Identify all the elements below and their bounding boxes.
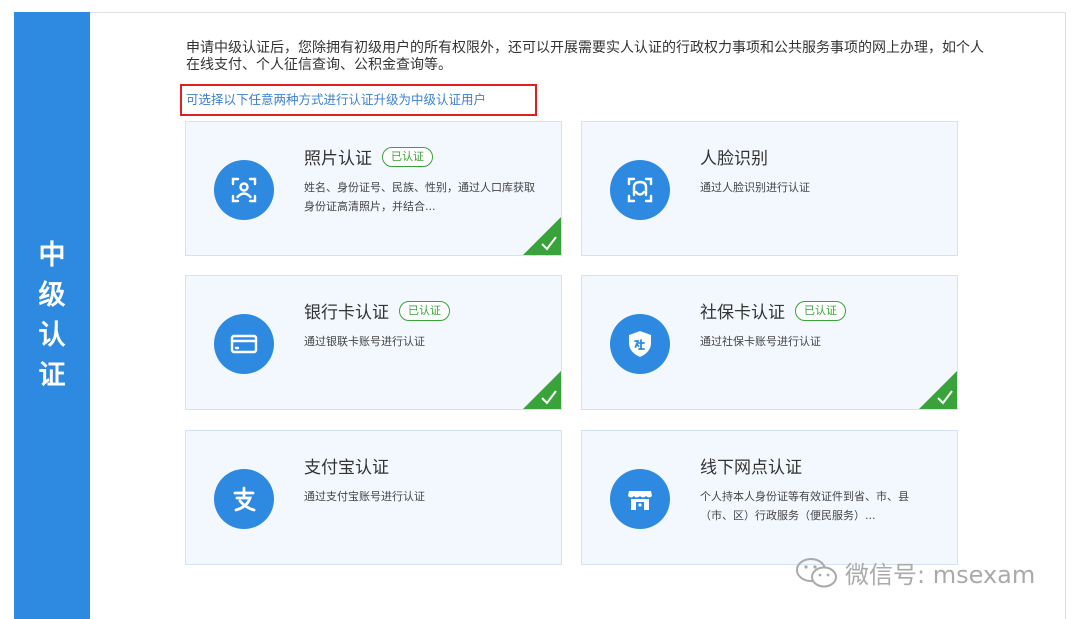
verified-check-icon [919, 371, 957, 409]
card-title: 支付宝认证 [304, 458, 389, 478]
intro-text: 申请中级认证后，您除拥有初级用户的所有权限外，还可以开展需要实人认证的行政权力事… [186, 40, 984, 73]
auth-card-bank[interactable]: 银行卡认证 已认证 通过银联卡账号进行认证 [185, 275, 562, 410]
social-security-shield-icon [610, 314, 670, 374]
auth-card-social-security[interactable]: 社保卡认证 已认证 通过社保卡账号进行认证 [581, 275, 958, 410]
service-outlet-icon [610, 469, 670, 529]
card-description: 通过支付宝账号进行认证 [304, 490, 425, 503]
card-title: 人脸识别 [700, 149, 768, 169]
verified-badge: 已认证 [382, 146, 433, 167]
auth-card-alipay[interactable]: 支付宝认证 通过支付宝账号进行认证 [185, 430, 562, 565]
wechat-watermark: 微信号: msexam [795, 555, 1035, 590]
card-description: 个人持本人身份证等有效证件到省、市、县（市、区）行政服务（便民服务）... [700, 490, 909, 522]
sidebar-title-char: 证 [38, 359, 66, 391]
wechat-icon [796, 557, 837, 587]
card-description: 通过人脸识别进行认证 [700, 181, 810, 194]
id-photo-icon [214, 160, 274, 220]
card-description: 通过社保卡账号进行认证 [700, 335, 821, 348]
hint-text: 可选择以下任意两种方式进行认证升级为中级认证用户 [186, 92, 487, 107]
card-title: 银行卡认证 [304, 303, 389, 323]
card-title: 照片认证 [304, 149, 372, 169]
card-title: 线下网点认证 [700, 458, 802, 478]
verified-badge: 已认证 [399, 300, 450, 321]
verified-check-icon [523, 217, 561, 255]
sidebar-title: 中 级 认 证 [14, 12, 90, 619]
card-description: 通过银联卡账号进行认证 [304, 335, 425, 348]
face-scan-icon [610, 160, 670, 220]
verified-badge: 已认证 [795, 300, 846, 321]
sidebar-title-char: 级 [38, 279, 66, 311]
sidebar-title-char: 中 [38, 239, 66, 271]
bank-card-icon [214, 314, 274, 374]
sidebar-title-char: 认 [38, 319, 66, 351]
card-title: 社保卡认证 [700, 303, 785, 323]
auth-card-offline-outlet[interactable]: 线下网点认证 个人持本人身份证等有效证件到省、市、县（市、区）行政服务（便民服务… [581, 430, 958, 565]
alipay-icon [214, 469, 274, 529]
verified-check-icon [523, 371, 561, 409]
auth-card-photo[interactable]: 照片认证 已认证 姓名、身份证号、民族、性别，通过人口库获取身份证高清照片，并结… [185, 121, 562, 256]
auth-card-face[interactable]: 人脸识别 通过人脸识别进行认证 [581, 121, 958, 256]
watermark-text: 微信号: msexam [845, 561, 1036, 589]
card-description: 姓名、身份证号、民族、性别，通过人口库获取身份证高清照片，并结合... [304, 181, 535, 213]
